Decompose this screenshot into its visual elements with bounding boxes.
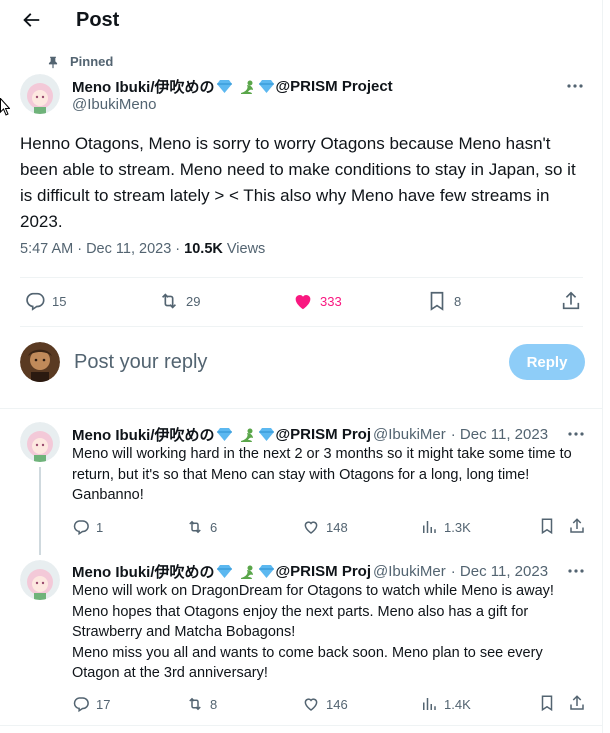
repost-count: 8 [210,696,218,712]
dragon-icon [240,565,253,579]
back-arrow-icon[interactable] [20,9,42,31]
author-line[interactable]: Meno Ibuki/伊吹めの @PRISM Project [72,76,393,97]
repost-count: 29 [186,293,201,309]
repost-icon [189,697,201,711]
reply-text: Meno will working hard in the next 2 or … [72,446,572,503]
post-text: Henno Otagons, Meno is sorry to worry Ot… [20,134,576,231]
author-handle[interactable]: @IbukiMeno [72,96,156,113]
like-action[interactable]: 333 [292,290,342,312]
mouse-cursor-icon [0,98,10,116]
reply-count: 17 [96,696,111,712]
like-action[interactable]: 146 [302,695,348,713]
page-header: Post [0,0,603,44]
reply-author-line[interactable]: Meno Ibuki/伊吹めの @PRISM Proj @IbukiMer · … [72,561,568,582]
repost-action[interactable]: 6 [186,518,217,536]
repost-icon [161,293,177,309]
author-name[interactable]: Meno Ibuki/伊吹めの [72,424,215,445]
reply-date[interactable]: · Dec 11, 2023 [451,563,548,580]
reply-composer: Post your reply Reply [20,342,585,384]
reply-icon [26,292,45,311]
reply-action[interactable]: 1 [72,518,103,536]
reply-text: Meno will work on DragonDream for Otagon… [72,583,554,681]
bookmark-count: 8 [454,293,462,309]
like-action[interactable]: 148 [302,518,348,536]
post-meta: 5:47 AM · Dec 11, 2023 · 10.5K Views [20,241,265,257]
post-detail-column: Post Pinned Meno Ibuki/伊吹めの @PRISM Proje… [0,0,603,733]
views-label: Views [222,241,266,257]
repost-action[interactable]: 29 [158,290,200,312]
more-options-icon[interactable] [565,76,585,96]
reply-button[interactable]: Reply [509,344,585,380]
share-icon[interactable] [568,517,586,535]
divider [0,408,603,409]
page-title: Post [76,9,120,31]
bookmark-action[interactable]: 8 [426,290,461,312]
bookmark-icon[interactable] [538,694,556,712]
dragon-icon [240,428,253,442]
user-avatar[interactable] [20,342,60,382]
repost-count: 6 [210,519,218,535]
views-action[interactable]: 1.4K [420,695,471,713]
reply-author-line[interactable]: Meno Ibuki/伊吹めの @PRISM Proj @IbukiMer · … [72,424,568,445]
diamond-icon [258,565,274,578]
views-count: 10.5K [184,241,223,257]
more-options-icon[interactable] [566,561,586,581]
repost-icon [189,520,201,534]
reply-actions: 17 8 146 1.4K [72,694,587,714]
divider [20,277,583,278]
reply-icon [73,520,89,536]
author-name[interactable]: Meno Ibuki/伊吹めの [72,76,215,97]
author-affiliation[interactable]: @PRISM Proj [276,426,371,443]
reply-count: 1 [96,519,104,535]
diamond-icon [216,80,232,93]
bookmark-icon[interactable] [538,517,556,535]
avatar[interactable] [20,422,60,462]
diamond-icon [258,428,274,441]
reply-action[interactable]: 15 [24,290,66,312]
author-affiliation[interactable]: @PRISM Project [276,78,393,95]
post-timestamp[interactable]: 5:47 AM · Dec 11, 2023 · [20,241,184,257]
views-count: 1.3K [444,519,471,535]
reply-date[interactable]: · Dec 11, 2023 [451,426,548,443]
reply-icon [73,697,89,713]
pin-icon [48,56,58,68]
pinned-indicator: Pinned [46,54,113,69]
reply-actions: 1 6 148 1.3K [72,517,587,537]
author-handle[interactable]: @IbukiMer [373,563,446,580]
author-affiliation[interactable]: @PRISM Proj [276,563,371,580]
heart-icon [304,698,318,711]
avatar[interactable] [20,560,60,600]
thread-connector [39,467,41,555]
more-options-icon[interactable] [566,424,586,444]
analytics-icon [423,698,436,710]
diamond-icon [216,428,232,441]
repost-action[interactable]: 8 [186,695,217,713]
reply-count: 15 [52,293,67,309]
views-action[interactable]: 1.3K [420,518,471,536]
dragon-icon [240,80,253,94]
like-count: 148 [326,519,348,535]
post-actions: 15 29 333 8 [24,290,584,312]
divider [0,725,603,726]
bookmark-icon [430,291,444,311]
like-count: 146 [326,696,348,712]
avatar[interactable] [20,74,60,114]
heart-filled-icon [295,295,311,310]
diamond-icon [258,80,274,93]
reply-action[interactable]: 17 [72,695,110,713]
share-icon[interactable] [568,694,586,712]
share-icon[interactable] [560,290,582,312]
views-count: 1.4K [444,696,471,712]
author-handle[interactable]: @IbukiMer [373,426,446,443]
author-name[interactable]: Meno Ibuki/伊吹めの [72,561,215,582]
analytics-icon [423,521,436,533]
divider [20,326,583,327]
heart-icon [304,521,318,534]
diamond-icon [216,565,232,578]
pinned-label: Pinned [70,54,114,69]
like-count: 333 [320,293,342,309]
reply-input[interactable]: Post your reply [74,351,207,374]
